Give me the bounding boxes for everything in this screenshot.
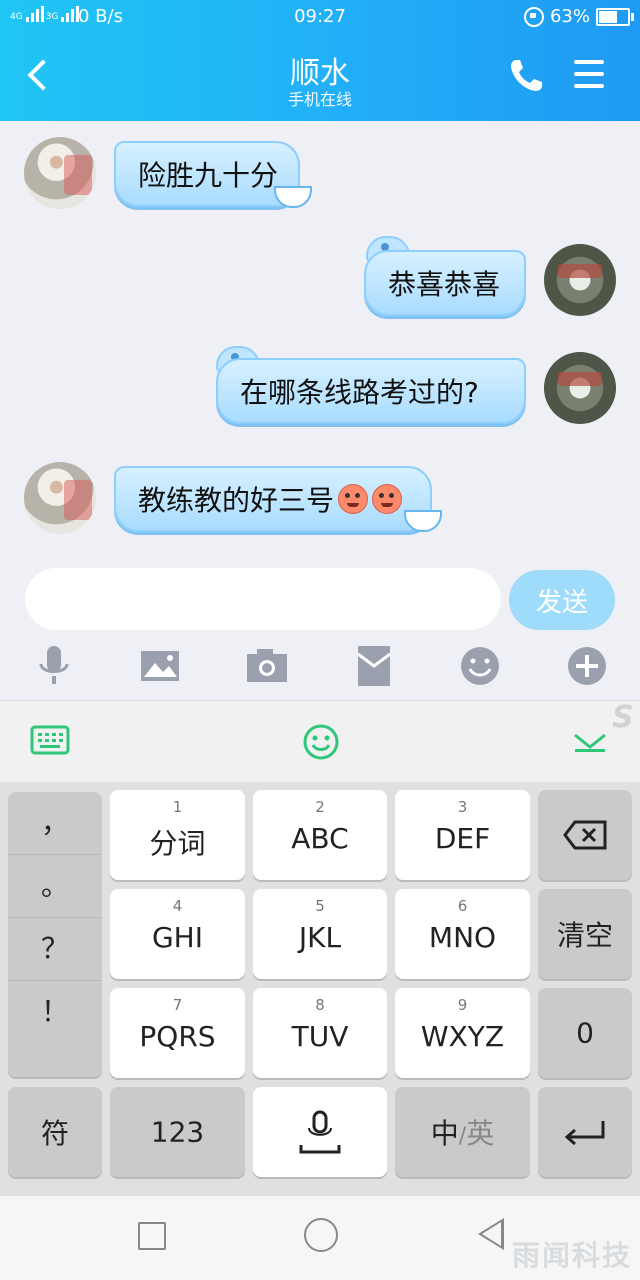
punctuation-column[interactable]: ， 。 ？ ！ [8,792,102,1077]
key-5[interactable]: 5 JKL [253,889,387,979]
home-icon[interactable] [304,1218,338,1252]
message-bubble-4[interactable]: 教练教的好三号 [114,466,432,532]
punct-key[interactable]: ， [8,792,102,855]
send-button[interactable]: 发送 [509,570,615,630]
message-text: 险胜九十分 [138,159,279,192]
phone-call-button[interactable] [504,54,548,98]
message-text: 在哪条线路考过的? [240,376,479,409]
key-9[interactable]: 9 WXYZ [395,988,530,1078]
clear-key[interactable]: 清空 [538,889,632,979]
enter-key[interactable] [538,1087,632,1177]
key-6[interactable]: 6 MNO [395,889,530,979]
key-7[interactable]: 7 PQRS [110,988,245,1078]
language-switch-key[interactable]: 中/英 [395,1087,530,1177]
symbol-key[interactable]: 符 [8,1087,102,1177]
backspace-icon [563,820,607,850]
phone-icon [511,60,542,91]
friend-avatar[interactable] [24,462,96,534]
image-icon[interactable] [136,642,184,690]
message-text: 恭喜恭喜 [388,268,501,301]
key-8[interactable]: 8 TUV [253,988,387,1078]
message-text: 教练教的好三号 [138,484,335,517]
emoji-icon[interactable] [456,642,504,690]
collapse-keyboard-icon[interactable] [572,729,608,753]
status-bar: 4G 3G 0 B/s 09:27 63% [0,0,640,34]
enter-icon [564,1121,605,1145]
lang-zh: 中 [430,1117,459,1150]
friend-avatar[interactable] [24,137,96,209]
microphone-icon [299,1110,341,1154]
zero-key[interactable]: 0 [538,988,632,1078]
voice-space-key[interactable] [253,1087,387,1177]
menu-icon [574,60,604,64]
backspace-key[interactable] [538,790,632,880]
key-3[interactable]: 3 DEF [395,790,530,880]
punct-key[interactable]: 。 [8,855,102,918]
key-1[interactable]: 1 分词 [110,790,245,880]
battery-icon [596,7,634,26]
numbers-key[interactable]: 123 [110,1087,245,1177]
battery-area: 63% [523,6,634,27]
keyboard-emoji-icon[interactable] [302,723,340,761]
key-4[interactable]: 4 GHI [110,889,245,979]
message-input[interactable] [25,568,501,630]
sweat-emoji-icon [338,484,369,514]
battery-percent: 63% [549,6,590,27]
plus-icon[interactable] [563,642,611,690]
punct-key[interactable]: ？ [8,918,102,981]
my-avatar[interactable] [544,244,616,316]
system-nav-bar: 雨闻科技 [0,1196,640,1280]
key-2[interactable]: 2 ABC [253,790,387,880]
message-bubble-1[interactable]: 险胜九十分 [114,141,300,207]
message-bubble-3[interactable]: 在哪条线路考过的? [216,358,526,424]
camera-icon[interactable] [243,642,291,690]
message-bubble-2[interactable]: 恭喜恭喜 [364,250,526,316]
rotation-lock-icon [523,6,544,27]
back-triangle-icon[interactable] [478,1218,504,1250]
red-packet-icon[interactable] [350,642,398,690]
keyboard-toolbar [0,700,640,783]
corner-watermark: S [612,700,634,735]
title-bar: 顺水 手机在线 [0,34,640,121]
microphone-icon[interactable] [30,642,78,690]
sweat-emoji-icon [372,484,403,514]
my-avatar[interactable] [544,352,616,424]
chat-header: 4G 3G 0 B/s 09:27 63% 顺水 手机在线 [0,0,640,121]
punct-key[interactable]: ！ [8,981,102,1043]
recent-apps-icon[interactable] [138,1222,166,1250]
menu-button[interactable] [568,56,612,96]
watermark: 雨闻科技 [511,1239,632,1272]
keyboard-icon[interactable] [30,723,70,757]
lang-en: 英 [466,1117,495,1150]
